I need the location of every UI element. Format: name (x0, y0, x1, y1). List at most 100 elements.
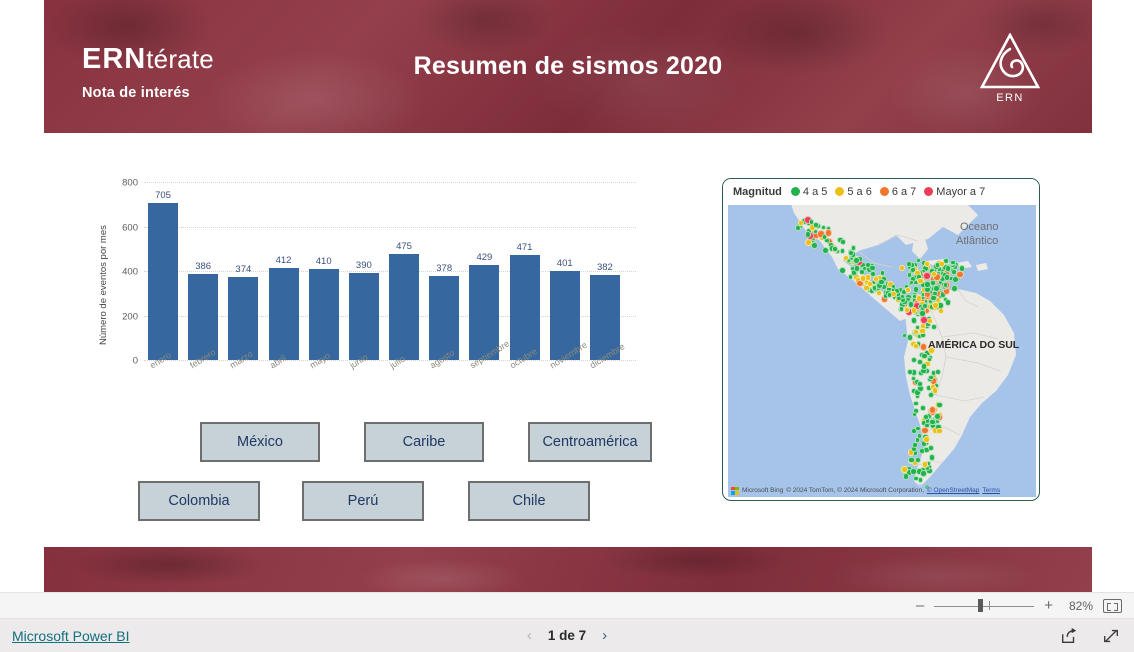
map-earthquake-point[interactable] (923, 436, 930, 443)
map-earthquake-point[interactable] (811, 242, 818, 249)
map-earthquake-point[interactable] (920, 363, 928, 370)
map-earthquake-point[interactable] (901, 466, 908, 473)
zoom-slider[interactable] (934, 599, 1035, 612)
map-earthquake-point[interactable] (921, 461, 929, 468)
map-earthquake-point[interactable] (849, 265, 855, 271)
chart-bar-diciembre[interactable]: 382 (589, 182, 620, 360)
map-earthquake-point[interactable] (840, 239, 847, 245)
filter-button-chile[interactable]: Chile (468, 481, 590, 521)
chart-bar-octubre[interactable]: 471 (509, 182, 540, 360)
zoom-slider-thumb[interactable] (978, 599, 984, 612)
chart-plot-area: 0 200 400 600 800 705 386 374 412 410 390 475 378 429… (122, 178, 636, 367)
map-legend-item-5a6[interactable]: 5 a 6 (835, 186, 872, 198)
map-earthquake-point[interactable] (951, 285, 958, 292)
map-earthquake-point[interactable] (864, 274, 872, 281)
attribution-terms-link[interactable]: Terms (982, 487, 1000, 494)
filter-button-centroamerica[interactable]: Centroamérica (528, 422, 652, 462)
map-earthquake-point[interactable] (886, 292, 893, 298)
map-earthquake-point[interactable] (919, 327, 926, 335)
monthly-events-bar-chart[interactable]: Número de eventos por mes 0 200 400 600 800 7… (98, 172, 643, 402)
map-earthquake-point[interactable] (858, 268, 865, 276)
map-earthquake-point[interactable] (903, 306, 911, 314)
map-earthquake-point[interactable] (910, 356, 917, 363)
map-earthquake-point[interactable] (915, 257, 921, 263)
map-earthquake-point[interactable] (831, 246, 838, 252)
map-earthquake-point[interactable] (878, 279, 885, 286)
bar-rect (389, 254, 420, 360)
map-legend-item-mayor7[interactable]: Mayor a 7 (924, 186, 985, 198)
zoom-percent-label: 82% (1068, 598, 1093, 613)
map-earthquake-point[interactable] (910, 307, 918, 314)
chart-bar-mayo[interactable]: 410 (308, 182, 339, 360)
map-earthquake-point[interactable] (902, 473, 909, 480)
filter-button-mexico[interactable]: México (200, 422, 320, 462)
fullscreen-icon[interactable] (1102, 627, 1120, 645)
map-earthquake-point[interactable] (924, 281, 931, 288)
zoom-in-button[interactable]: + (1044, 598, 1053, 613)
map-earthquake-point[interactable] (931, 387, 939, 394)
map-earthquake-point[interactable] (920, 405, 926, 411)
map-earthquake-point[interactable] (943, 273, 951, 281)
map-earthquake-point[interactable] (917, 277, 924, 285)
map-earthquake-point[interactable] (824, 229, 833, 237)
filter-button-peru[interactable]: Perú (302, 481, 424, 521)
map-earthquake-point[interactable] (838, 266, 846, 274)
zoom-out-button[interactable]: – (916, 598, 924, 613)
map-earthquake-point[interactable] (944, 298, 952, 306)
map-earthquake-point[interactable] (905, 260, 912, 267)
map-earthquake-point[interactable] (936, 427, 943, 435)
map-earthquake-point[interactable] (936, 401, 943, 409)
chart-bar-septiembre[interactable]: 429 (469, 182, 500, 360)
map-canvas[interactable]: Oceano Atlântico AMÉRICA DO SUL Microsof… (728, 205, 1036, 497)
bar-value-label: 401 (556, 257, 573, 269)
map-earthquake-point[interactable] (927, 445, 934, 451)
map-earthquake-point[interactable] (932, 302, 939, 309)
bar-value-label: 374 (235, 263, 252, 275)
map-earthquake-point[interactable] (794, 225, 801, 232)
map-earthquake-point[interactable] (812, 221, 819, 228)
chart-bar-enero[interactable]: 705 (148, 182, 178, 360)
bar-value-label: 390 (355, 260, 372, 272)
previous-page-button[interactable]: ‹ (527, 627, 532, 644)
map-earthquake-point[interactable] (956, 270, 964, 279)
attribution-text: © 2024 TomTom, © 2024 Microsoft Corporat… (786, 487, 924, 494)
attribution-openstreetmap-link[interactable]: © OpenStreetMap (927, 487, 979, 494)
svg-text:ERN: ERN (996, 92, 1023, 103)
earthquake-map-visual[interactable]: Magnitud 4 a 5 5 a 6 6 a 7 Mayor a 7 Oce… (722, 178, 1040, 501)
map-earthquake-point[interactable] (932, 291, 938, 297)
map-earthquake-point[interactable] (915, 425, 921, 431)
map-legend-item-4a5[interactable]: 4 a 5 (790, 186, 827, 198)
chart-bar-marzo[interactable]: 374 (228, 182, 259, 360)
map-attribution: Microsoft Bing © 2024 TomTom, © 2024 Mic… (728, 484, 1036, 497)
chart-bar-junio[interactable]: 390 (348, 182, 379, 360)
map-earthquake-point[interactable] (847, 249, 854, 256)
fit-to-page-button[interactable] (1103, 598, 1122, 613)
map-legend-item-6a7[interactable]: 6 a 7 (879, 186, 916, 198)
bar-value-label: 705 (155, 190, 171, 202)
map-earthquake-point[interactable] (913, 286, 920, 293)
brand-subtitle: Nota de interés (82, 85, 190, 101)
map-earthquake-point[interactable] (921, 352, 928, 360)
map-earthquake-point[interactable] (917, 477, 924, 483)
chart-bar-agosto[interactable]: 378 (429, 182, 460, 360)
filter-button-caribe[interactable]: Caribe (364, 422, 484, 462)
chart-bar-julio[interactable]: 475 (389, 182, 420, 360)
map-earthquake-point[interactable] (910, 317, 918, 324)
map-earthquake-point[interactable] (928, 454, 936, 461)
chart-bar-febrero[interactable]: 386 (188, 182, 219, 360)
map-earthquake-point[interactable] (914, 457, 921, 463)
chart-bar-noviembre[interactable]: 401 (549, 182, 580, 360)
next-page-button[interactable]: › (602, 627, 607, 644)
filter-button-colombia[interactable]: Colombia (138, 481, 260, 521)
map-earthquake-point[interactable] (852, 257, 860, 265)
map-earthquake-point[interactable] (869, 264, 876, 272)
map-earthquake-point[interactable] (850, 245, 856, 251)
map-earthquake-point[interactable] (913, 400, 919, 406)
map-earthquake-point[interactable] (908, 457, 915, 464)
share-icon[interactable] (1060, 627, 1078, 645)
map-earthquake-point[interactable] (920, 470, 927, 477)
map-earthquake-point[interactable] (928, 347, 935, 354)
chart-bar-abril[interactable]: 412 (268, 182, 299, 360)
map-earthquake-point[interactable] (930, 370, 936, 376)
map-earthquake-point[interactable] (919, 343, 928, 351)
